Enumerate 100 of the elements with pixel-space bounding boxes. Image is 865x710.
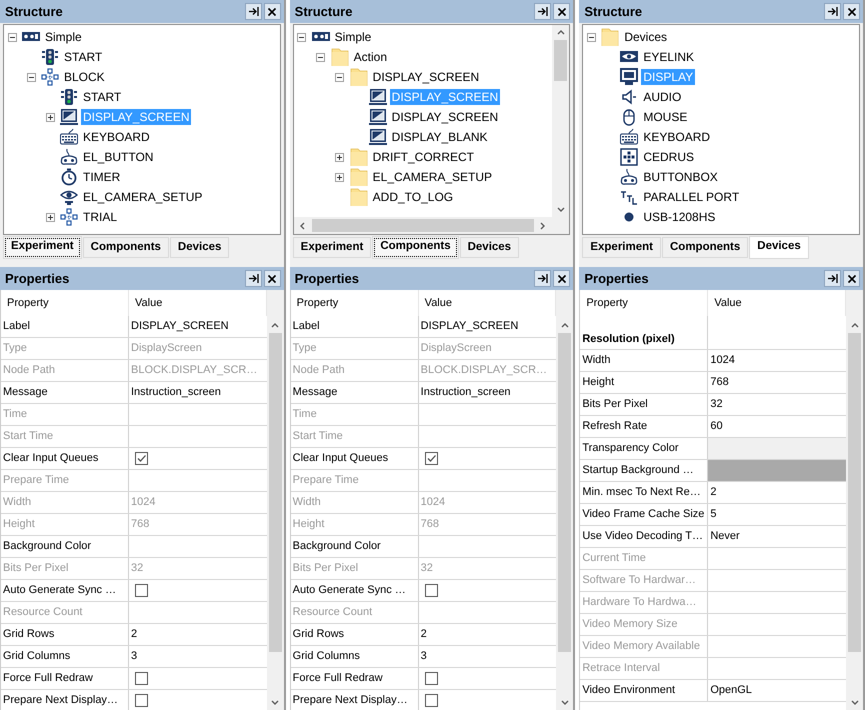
expand-icon[interactable]	[46, 112, 54, 122]
scroll-down-icon[interactable]	[850, 698, 860, 707]
property-value[interactable]: Never	[708, 526, 846, 547]
checkbox[interactable]	[135, 694, 148, 707]
scroll-up-icon[interactable]	[556, 28, 566, 37]
scroll-up-icon[interactable]	[850, 321, 860, 330]
scrollbar-thumb[interactable]	[554, 40, 568, 80]
tree-item[interactable]: EL_CAMERA_SETUP	[370, 169, 494, 185]
tree-item[interactable]: DISPLAY_SCREEN	[390, 109, 500, 125]
tab[interactable]: Experiment	[582, 237, 661, 258]
tree-item[interactable]: DRIFT_CORRECT	[370, 149, 476, 165]
scrollbar[interactable]	[846, 290, 864, 710]
property-value[interactable]: 2	[418, 624, 556, 645]
tab[interactable]: Devices	[749, 236, 809, 259]
property-value[interactable]: DISPLAY_SCREEN	[418, 316, 556, 337]
property-value[interactable]: 768	[708, 372, 846, 393]
tree-item[interactable]: BLOCK	[62, 69, 107, 85]
property-value[interactable]: OpenGL	[708, 680, 846, 701]
scrollbar-thumb[interactable]	[268, 333, 282, 652]
tab[interactable]: Experiment	[3, 236, 82, 259]
scrollbar[interactable]	[552, 25, 570, 217]
tab[interactable]: Experiment	[292, 237, 372, 258]
property-value[interactable]: 3	[418, 646, 556, 667]
property-value[interactable]: Instruction_screen	[418, 382, 556, 403]
scrollbar[interactable]	[294, 217, 570, 234]
tree-item[interactable]: Simple	[332, 29, 374, 45]
collapse-icon[interactable]	[8, 32, 16, 42]
checkbox[interactable]	[424, 694, 438, 707]
collapse-icon[interactable]	[586, 32, 596, 42]
close-button[interactable]	[843, 3, 860, 20]
scrollbar-thumb[interactable]	[312, 219, 534, 232]
tree-item[interactable]: ADD_TO_LOG	[370, 189, 456, 205]
expand-icon[interactable]	[46, 212, 54, 222]
checkbox[interactable]	[135, 452, 148, 465]
tree-item[interactable]: USB-1208HS	[641, 209, 718, 225]
property-value[interactable]: 2	[708, 482, 846, 503]
tree-item[interactable]: Devices	[622, 29, 670, 45]
property-value[interactable]: DISPLAY_SCREEN	[129, 316, 267, 337]
scroll-down-icon[interactable]	[560, 698, 570, 707]
tree-item[interactable]: KEYBOARD	[81, 129, 152, 145]
tree-item[interactable]: EL_CAMERA_SETUP	[81, 189, 204, 205]
scrollbar-thumb[interactable]	[558, 333, 572, 652]
collapse-icon[interactable]	[316, 52, 326, 62]
pin-button[interactable]	[244, 270, 262, 287]
tab[interactable]: Devices	[170, 237, 230, 258]
tree-item[interactable]: EL_BUTTON	[81, 149, 156, 165]
pin-button[interactable]	[534, 270, 552, 287]
checkbox[interactable]	[135, 672, 148, 685]
tree-item[interactable]: DISPLAY_BLANK	[390, 129, 490, 145]
tree-item[interactable]: CEDRUS	[641, 149, 696, 165]
scroll-down-icon[interactable]	[556, 205, 566, 214]
tree-item[interactable]: START	[62, 49, 104, 65]
checkbox[interactable]	[424, 584, 438, 597]
tree-item[interactable]: AUDIO	[641, 89, 684, 105]
pin-button[interactable]	[824, 270, 842, 287]
tree-item[interactable]: PARALLEL PORT	[641, 189, 742, 205]
property-value[interactable]: 3	[129, 646, 267, 667]
tree-item[interactable]: KEYBOARD	[641, 129, 712, 145]
property-value[interactable]: 1024	[708, 350, 846, 371]
scroll-up-icon[interactable]	[270, 321, 280, 330]
tab[interactable]: Components	[372, 236, 459, 259]
tree-item[interactable]: Simple	[43, 29, 84, 45]
tree-item[interactable]: START	[81, 89, 124, 105]
close-button[interactable]	[553, 270, 570, 287]
property-value[interactable]: 32	[708, 394, 846, 415]
tab[interactable]: Components	[662, 237, 748, 258]
scrollbar[interactable]	[266, 290, 284, 710]
expand-icon[interactable]	[335, 172, 344, 182]
close-button[interactable]	[553, 3, 570, 20]
scrollbar[interactable]	[556, 290, 574, 710]
close-button[interactable]	[264, 3, 281, 20]
checkbox[interactable]	[424, 452, 438, 465]
pin-button[interactable]	[824, 3, 842, 20]
property-value[interactable]: 2	[129, 624, 267, 645]
pin-button[interactable]	[244, 3, 262, 20]
property-value[interactable]: 5	[708, 504, 846, 525]
expand-icon[interactable]	[335, 152, 344, 162]
scroll-down-icon[interactable]	[270, 698, 280, 707]
tab[interactable]: Devices	[460, 237, 520, 258]
collapse-icon[interactable]	[297, 32, 306, 42]
tab[interactable]: Components	[82, 237, 169, 258]
column-header[interactable]: Property	[1, 290, 129, 316]
color-swatch[interactable]	[708, 438, 846, 459]
close-button[interactable]	[843, 270, 860, 287]
checkbox[interactable]	[424, 672, 438, 685]
tree-item[interactable]: TIMER	[81, 169, 122, 185]
tree-item[interactable]: DISPLAY_SCREEN	[370, 69, 482, 85]
close-button[interactable]	[264, 270, 281, 287]
tree-item[interactable]: Action	[352, 49, 390, 65]
property-value[interactable]: 60	[708, 416, 846, 437]
pin-button[interactable]	[534, 3, 552, 20]
scroll-up-icon[interactable]	[560, 321, 570, 330]
column-header[interactable]: Property	[580, 290, 708, 316]
tree-item[interactable]: BUTTONBOX	[641, 169, 720, 185]
checkbox[interactable]	[135, 584, 148, 597]
column-header[interactable]: Property	[290, 290, 419, 316]
tree-item[interactable]: EYELINK	[641, 49, 696, 65]
property-value[interactable]: Instruction_screen	[129, 382, 267, 403]
tree-item[interactable]: MOUSE	[641, 109, 690, 125]
collapse-icon[interactable]	[26, 72, 36, 82]
